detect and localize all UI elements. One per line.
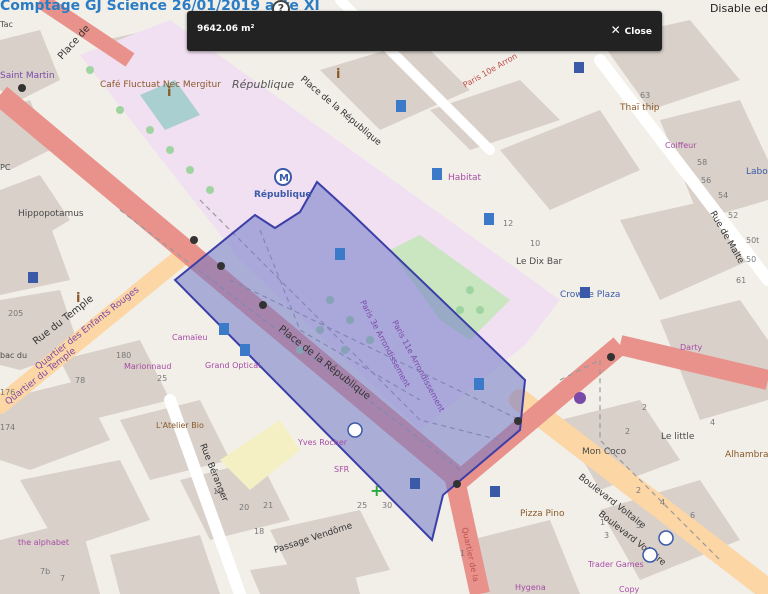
house-number: 25 xyxy=(357,501,367,510)
house-number: 6 xyxy=(690,511,695,520)
parking-icon xyxy=(410,478,420,489)
area-measurement: 9642.06 m² xyxy=(197,24,255,34)
house-number: 176 xyxy=(0,388,15,397)
house-number: 1 xyxy=(600,518,605,527)
toilets-icon xyxy=(219,323,229,335)
toilets-icon xyxy=(335,248,345,260)
toilets-icon xyxy=(432,168,442,180)
house-number: 7b xyxy=(40,567,50,576)
label-le-little: Le little xyxy=(661,432,695,442)
label-labo: Labo xyxy=(746,167,768,177)
info-icon: i xyxy=(76,291,80,306)
label-hippopotamus: Hippopotamus xyxy=(18,209,84,219)
house-number: 19 xyxy=(213,487,223,496)
traffic-light-icon xyxy=(259,301,267,309)
parking-icon xyxy=(574,62,584,73)
label-bac: bac du xyxy=(0,351,27,360)
bus-icon xyxy=(347,422,363,438)
label-thai-thip: Thaï thip xyxy=(619,103,660,113)
toilets-icon xyxy=(484,213,494,225)
close-label: Close xyxy=(624,27,652,37)
toilets-icon xyxy=(474,378,484,390)
label-atelier: L'Atelier Bio xyxy=(156,421,204,430)
label-darty: Darty xyxy=(680,343,702,352)
house-number: 205 xyxy=(8,309,23,318)
house-number: 56 xyxy=(701,176,711,185)
house-number: 61 xyxy=(736,276,746,285)
close-button[interactable]: ✕ Close xyxy=(611,23,652,37)
measurement-popup: 9642.06 m² ✕ Close xyxy=(187,11,662,51)
house-number: 7 xyxy=(60,574,65,583)
label-mon-coco: Mon Coco xyxy=(582,447,627,457)
info-icon: i xyxy=(336,67,340,82)
house-number: 2 xyxy=(636,486,641,495)
label-marionnaud: Marionnaud xyxy=(124,362,171,371)
label-hygena: Hygena xyxy=(515,583,546,592)
label-sfr: SFR xyxy=(334,465,350,474)
disable-editing-link[interactable]: Disable ed xyxy=(710,2,768,15)
house-number: 18 xyxy=(254,527,264,536)
house-number: 1 xyxy=(460,549,465,558)
traffic-light-icon xyxy=(514,417,522,425)
label-habitat: Habitat xyxy=(448,173,482,183)
label-coiffeur: Coiffeur xyxy=(665,141,697,150)
house-number: 58 xyxy=(697,158,707,167)
house-number: 5 xyxy=(636,521,641,530)
parking-icon xyxy=(490,486,500,497)
label-tac: Tac xyxy=(0,20,13,29)
house-number: 20 xyxy=(239,503,249,512)
label-pizza-pino: Pizza Pino xyxy=(520,509,565,519)
info-icon: i xyxy=(167,85,171,100)
house-number: 30 xyxy=(382,501,392,510)
map-canvas[interactable]: Place de la République Place de la Répub… xyxy=(0,0,768,594)
traffic-light-icon xyxy=(190,236,198,244)
house-number: 50 xyxy=(746,255,756,264)
label-camaieu: Camaïeu xyxy=(172,333,207,342)
house-number: 50t xyxy=(746,236,759,245)
toilets-icon xyxy=(396,100,406,112)
pharmacy-icon: + xyxy=(370,481,383,500)
label-trader-games: Trader Games xyxy=(587,560,644,569)
house-number: 2 xyxy=(625,427,630,436)
label-copy: Copy xyxy=(619,585,640,594)
close-icon: ✕ xyxy=(610,23,621,37)
metro-icon-letter: M xyxy=(279,173,289,184)
label-cafe: Café Fluctuat Nec Mergitur xyxy=(100,79,221,90)
house-number: 10 xyxy=(530,239,540,248)
house-number: 180 xyxy=(116,351,131,360)
bus-icon xyxy=(642,547,658,563)
traffic-light-icon xyxy=(18,84,26,92)
label-yves-rocher: Yves Rocher xyxy=(297,438,348,447)
parking-icon xyxy=(28,272,38,283)
bus-icon xyxy=(658,530,674,546)
label-the-alphabet: the alphabet xyxy=(18,538,69,547)
label-grand-optical: Grand Optical xyxy=(205,361,260,370)
house-number: 4 xyxy=(660,498,665,507)
traffic-light-icon xyxy=(217,262,225,270)
house-number: 3 xyxy=(604,531,609,540)
house-number: 54 xyxy=(718,191,728,200)
toilets-icon xyxy=(240,344,250,356)
check-icon xyxy=(574,392,586,404)
label-republique: République xyxy=(232,78,294,91)
house-number: 78 xyxy=(75,376,85,385)
parking-icon xyxy=(580,287,590,298)
house-number: 4 xyxy=(710,418,715,427)
label-metro-republique: République xyxy=(254,189,311,200)
house-number: 12 xyxy=(503,219,513,228)
house-number: 25 xyxy=(157,374,167,383)
house-number: 2 xyxy=(642,403,647,412)
label-alhambra: Alhambra xyxy=(725,450,768,460)
traffic-light-icon xyxy=(453,480,461,488)
house-number: 21 xyxy=(263,501,273,510)
house-number: 63 xyxy=(640,91,650,100)
label-pc: PC xyxy=(0,163,11,172)
label-crowne-plaza: Crowne Plaza xyxy=(560,290,620,300)
house-number: 52 xyxy=(728,211,738,220)
label-le-dix-bar: Le Dix Bar xyxy=(516,257,563,267)
traffic-light-icon xyxy=(607,353,615,361)
house-number: 174 xyxy=(0,423,15,432)
street-saint-martin: Saint Martin xyxy=(0,71,55,81)
